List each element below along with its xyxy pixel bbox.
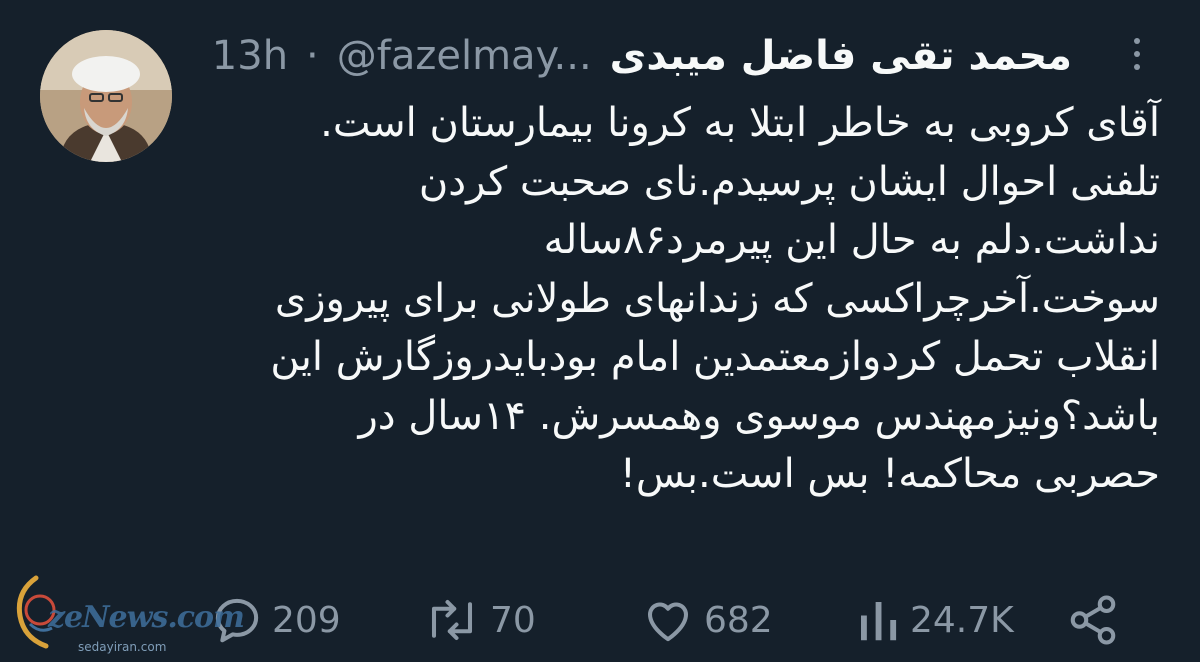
views-chart-icon bbox=[861, 602, 897, 641]
like-count: 682 bbox=[704, 599, 773, 641]
views-count: 24.7K bbox=[910, 599, 1014, 641]
like-button[interactable]: 682 bbox=[640, 592, 773, 648]
tweet-body-line: باشد؟ونیزمهندس موسوی وهمسرش. ۱۴سال در bbox=[358, 392, 1160, 439]
more-vertical-icon-dot bbox=[1134, 64, 1140, 70]
separator-dot: · bbox=[306, 33, 319, 79]
tweet-body-line: نداشت.دلم به حال این پیرمرد۸۶ساله bbox=[543, 217, 1160, 263]
reply-count: 209 bbox=[272, 599, 341, 641]
tweet-body-line: سوخت.آخرچراکسی که زندانهای طولانی برای پ… bbox=[274, 275, 1160, 322]
tweet-time[interactable]: 13h bbox=[212, 33, 288, 79]
display-name[interactable]: محمد تقی فاضل میبدی bbox=[610, 33, 1072, 79]
tweet-body-line: انقلاب تحمل کردوازمعتمدین امام بودبایدرو… bbox=[270, 334, 1160, 380]
retweet-count: 70 bbox=[490, 599, 536, 641]
avatar-image bbox=[40, 30, 172, 162]
watermark-text: zeNews.com bbox=[48, 600, 245, 635]
tweet-header: 13h · @fazelmay... محمد تقی فاضل میبدی bbox=[212, 26, 1072, 86]
retweet-icon bbox=[431, 599, 473, 641]
avatar[interactable] bbox=[40, 30, 172, 162]
watermark-subtext: sedayiran.com bbox=[78, 640, 167, 654]
tweet-body-line: آقای کروبی به خاطر ابتلا به کرونا بیمارس… bbox=[320, 100, 1160, 146]
more-vertical-icon-dot bbox=[1134, 51, 1140, 57]
more-vertical-icon bbox=[1134, 38, 1140, 44]
tweet-body: آقای کروبی به خاطر ابتلا به کرونا بیمارس… bbox=[200, 94, 1160, 504]
user-handle[interactable]: @fazelmay... bbox=[337, 33, 592, 79]
views-button[interactable]: 24.7K bbox=[856, 592, 1014, 648]
share-button[interactable] bbox=[1066, 592, 1120, 648]
retweet-button[interactable]: 70 bbox=[422, 592, 536, 648]
share-icon bbox=[1070, 595, 1116, 645]
more-options-button[interactable] bbox=[1125, 32, 1149, 76]
tweet-body-line: تلفنی احوال ایشان پرسیدم.نای صحبت کردن bbox=[418, 158, 1160, 205]
heart-icon bbox=[647, 602, 689, 642]
tweet-body-line: حصربی محاکمه! بس است.بس! bbox=[619, 451, 1160, 497]
action-bar: 209 70 682 24.7K bbox=[210, 592, 1160, 648]
